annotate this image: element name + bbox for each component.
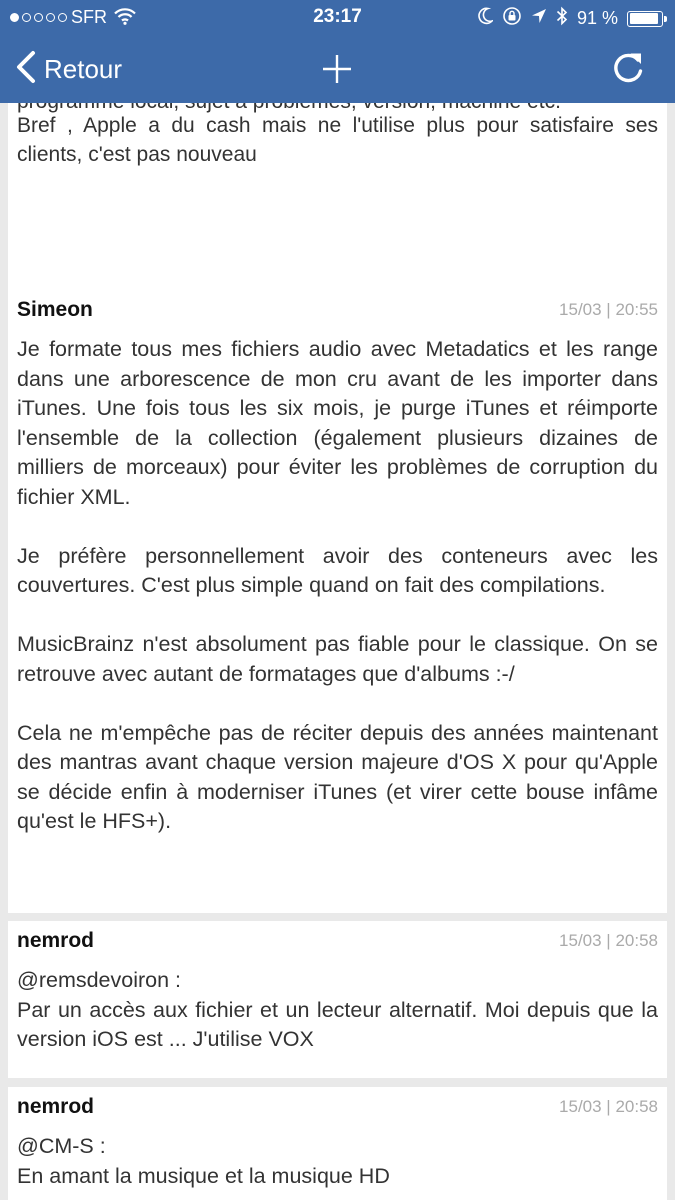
comment-date: 15/03 | 20:55 (559, 300, 658, 319)
comment-date: 15/03 | 20:58 (559, 1097, 658, 1116)
status-bar: SFR 23:17 91 % (0, 0, 675, 36)
status-indicators: 91 % (477, 6, 667, 31)
battery-level (629, 13, 658, 24)
comment-text: Bref , Apple a du cash mais ne l'utilise… (17, 114, 658, 166)
comment-author: nemrod (17, 1095, 95, 1118)
moon-icon (477, 7, 493, 30)
comments-list[interactable]: programme local, sujet à problèmes, vers… (0, 103, 675, 1200)
comment-date: 15/03 | 20:58 (559, 931, 658, 950)
comment-header: Simeon 15/03 | 20:55 (8, 290, 667, 335)
back-button-label: Retour (44, 54, 123, 84)
comment-body: Je formate tous mes fichiers audio avec … (8, 335, 667, 837)
refresh-icon (611, 53, 645, 90)
comment-author: nemrod (17, 929, 95, 952)
comment-paragraph: Je formate tous mes fichiers audio avec … (17, 337, 658, 509)
plus-icon (322, 55, 352, 88)
chevron-left-icon (16, 50, 36, 89)
navigation-bar: Retour (0, 40, 675, 100)
comment-card: nemrod 15/03 | 20:58 @remsdevoiron : Par… (8, 921, 667, 1078)
comment-paragraph: Par un accès aux fichier et un lecteur a… (17, 997, 658, 1052)
location-arrow-icon (531, 8, 547, 29)
bluetooth-icon (556, 6, 568, 31)
comment-paragraph: En amant la musique et la musique HD (17, 1163, 390, 1188)
comment-mention: @remsdevoiron : (17, 968, 182, 992)
comment-paragraph: Je préfère personnellement avoir des con… (17, 543, 658, 598)
add-button[interactable] (322, 54, 352, 89)
comment-body: @remsdevoiron : Par un accès aux fichier… (8, 966, 667, 1055)
comment-body: @CM-S : En amant la musique et la musiqu… (8, 1132, 667, 1191)
comment-card: nemrod 15/03 | 20:58 @CM-S : En amant la… (8, 1087, 667, 1200)
comment-header: nemrod 15/03 | 20:58 (8, 921, 667, 966)
app-header: SFR 23:17 91 % Retour (0, 0, 675, 103)
comment-mention: @CM-S : (17, 1134, 106, 1158)
comment-paragraph: Cela ne m'empêche pas de réciter depuis … (17, 720, 658, 834)
comment-header: nemrod 15/03 | 20:58 (8, 1087, 667, 1132)
comment-card: Simeon 15/03 | 20:55 Je formate tous mes… (8, 290, 667, 913)
refresh-button[interactable] (611, 50, 645, 91)
battery-icon (627, 10, 667, 27)
comment-author: Simeon (17, 298, 93, 321)
rotation-lock-icon (502, 6, 522, 31)
battery-percent: 91 % (576, 8, 618, 28)
back-button[interactable]: Retour (16, 50, 122, 89)
comment-paragraph: MusicBrainz n'est absolument pas fiable … (17, 632, 658, 686)
